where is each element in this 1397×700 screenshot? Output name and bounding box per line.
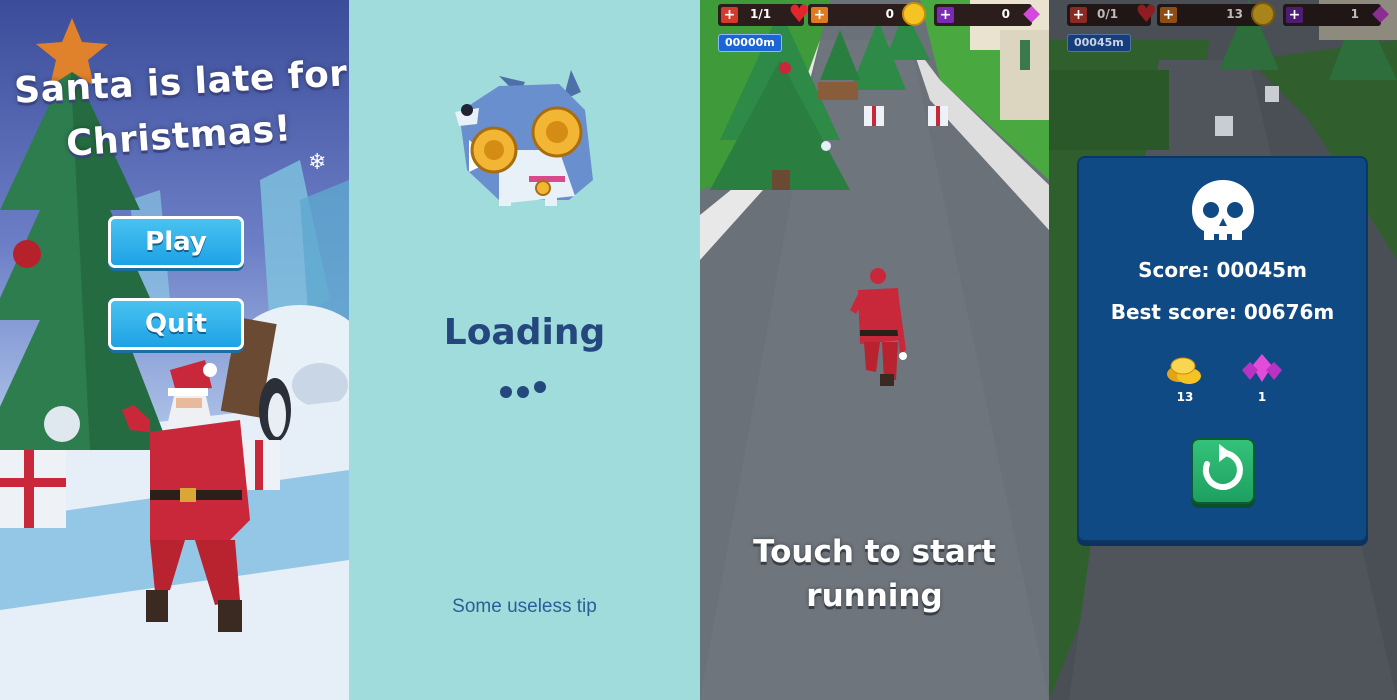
add-lives-button[interactable]: +	[1070, 7, 1087, 23]
gems-value: 1	[1350, 7, 1359, 21]
run-start-screen[interactable]: + 1/1 ♥ + 0 + 0 ◆ 00000m Touch to start …	[700, 0, 1049, 700]
snowflake-icon: ❄	[308, 150, 327, 175]
coins-counter: + 0	[808, 2, 926, 26]
loading-dot-1	[500, 386, 512, 398]
lives-counter: + 0/1 ♥	[1067, 0, 1157, 28]
game-over-screen: + 0/1 ♥ + 13 + 1 ◆ 00045m Score: 00045m …	[1049, 0, 1397, 700]
quit-button[interactable]: Quit	[108, 298, 244, 350]
coins-value: 13	[1226, 7, 1243, 21]
add-gems-button[interactable]: +	[937, 7, 954, 23]
score-text: Score: 00045m	[1138, 258, 1307, 282]
coins-earned-count: 13	[1176, 390, 1194, 404]
coins-value: 0	[885, 7, 894, 21]
gift-box	[0, 450, 66, 528]
loading-dot-2	[517, 386, 529, 398]
play-button[interactable]: Play	[108, 216, 244, 268]
coins-counter: + 13	[1157, 2, 1275, 26]
restart-icon	[1202, 444, 1243, 490]
add-coins-button[interactable]: +	[1160, 7, 1177, 23]
distance-counter: 00045m	[1067, 34, 1131, 52]
add-lives-button[interactable]: +	[721, 7, 738, 23]
skull-icon	[1192, 180, 1254, 240]
lives-value: 1/1	[750, 7, 772, 21]
loading-title: Loading	[443, 312, 606, 353]
gem-icon: ◆	[1023, 1, 1040, 26]
gem-cluster-icon	[1242, 354, 1282, 382]
loading-tip: Some useless tip	[452, 596, 597, 617]
lives-value: 0/1	[1097, 7, 1119, 21]
gems-value: 0	[1001, 7, 1010, 21]
gems-counter: + 1 ◆	[1283, 1, 1389, 26]
coin-stack-icon	[1167, 357, 1201, 384]
wolf-logo-icon	[455, 70, 593, 206]
gem-icon: ◆	[1372, 1, 1389, 26]
touch-to-start-prompt[interactable]: Touch to start running	[700, 530, 1049, 618]
add-gems-button[interactable]: +	[1286, 7, 1303, 23]
best-score-text: Best score: 00676m	[1110, 300, 1335, 324]
coin-icon	[1251, 2, 1275, 26]
coin-icon	[902, 2, 926, 26]
prompt-line2: running	[806, 578, 943, 614]
main-menu-screen: Santa is late for Christmas! ❄ Play Quit	[0, 0, 349, 700]
game-over-card: Score: 00045m Best score: 00676m 13 1	[1077, 156, 1368, 542]
prompt-line1: Touch to start	[753, 534, 996, 570]
loading-screen: Loading Some useless tip	[349, 0, 700, 700]
gems-counter: + 0 ◆	[934, 1, 1040, 26]
gems-earned-count: 1	[1257, 390, 1267, 404]
restart-button[interactable]	[1191, 438, 1255, 504]
broken-heart-icon: ♥	[1135, 0, 1157, 28]
loading-dot-3	[534, 381, 546, 393]
add-coins-button[interactable]: +	[811, 7, 828, 23]
distance-counter: 00000m	[718, 34, 782, 52]
lives-counter: + 1/1 ♥	[718, 0, 810, 28]
heart-icon: ♥	[788, 0, 810, 28]
